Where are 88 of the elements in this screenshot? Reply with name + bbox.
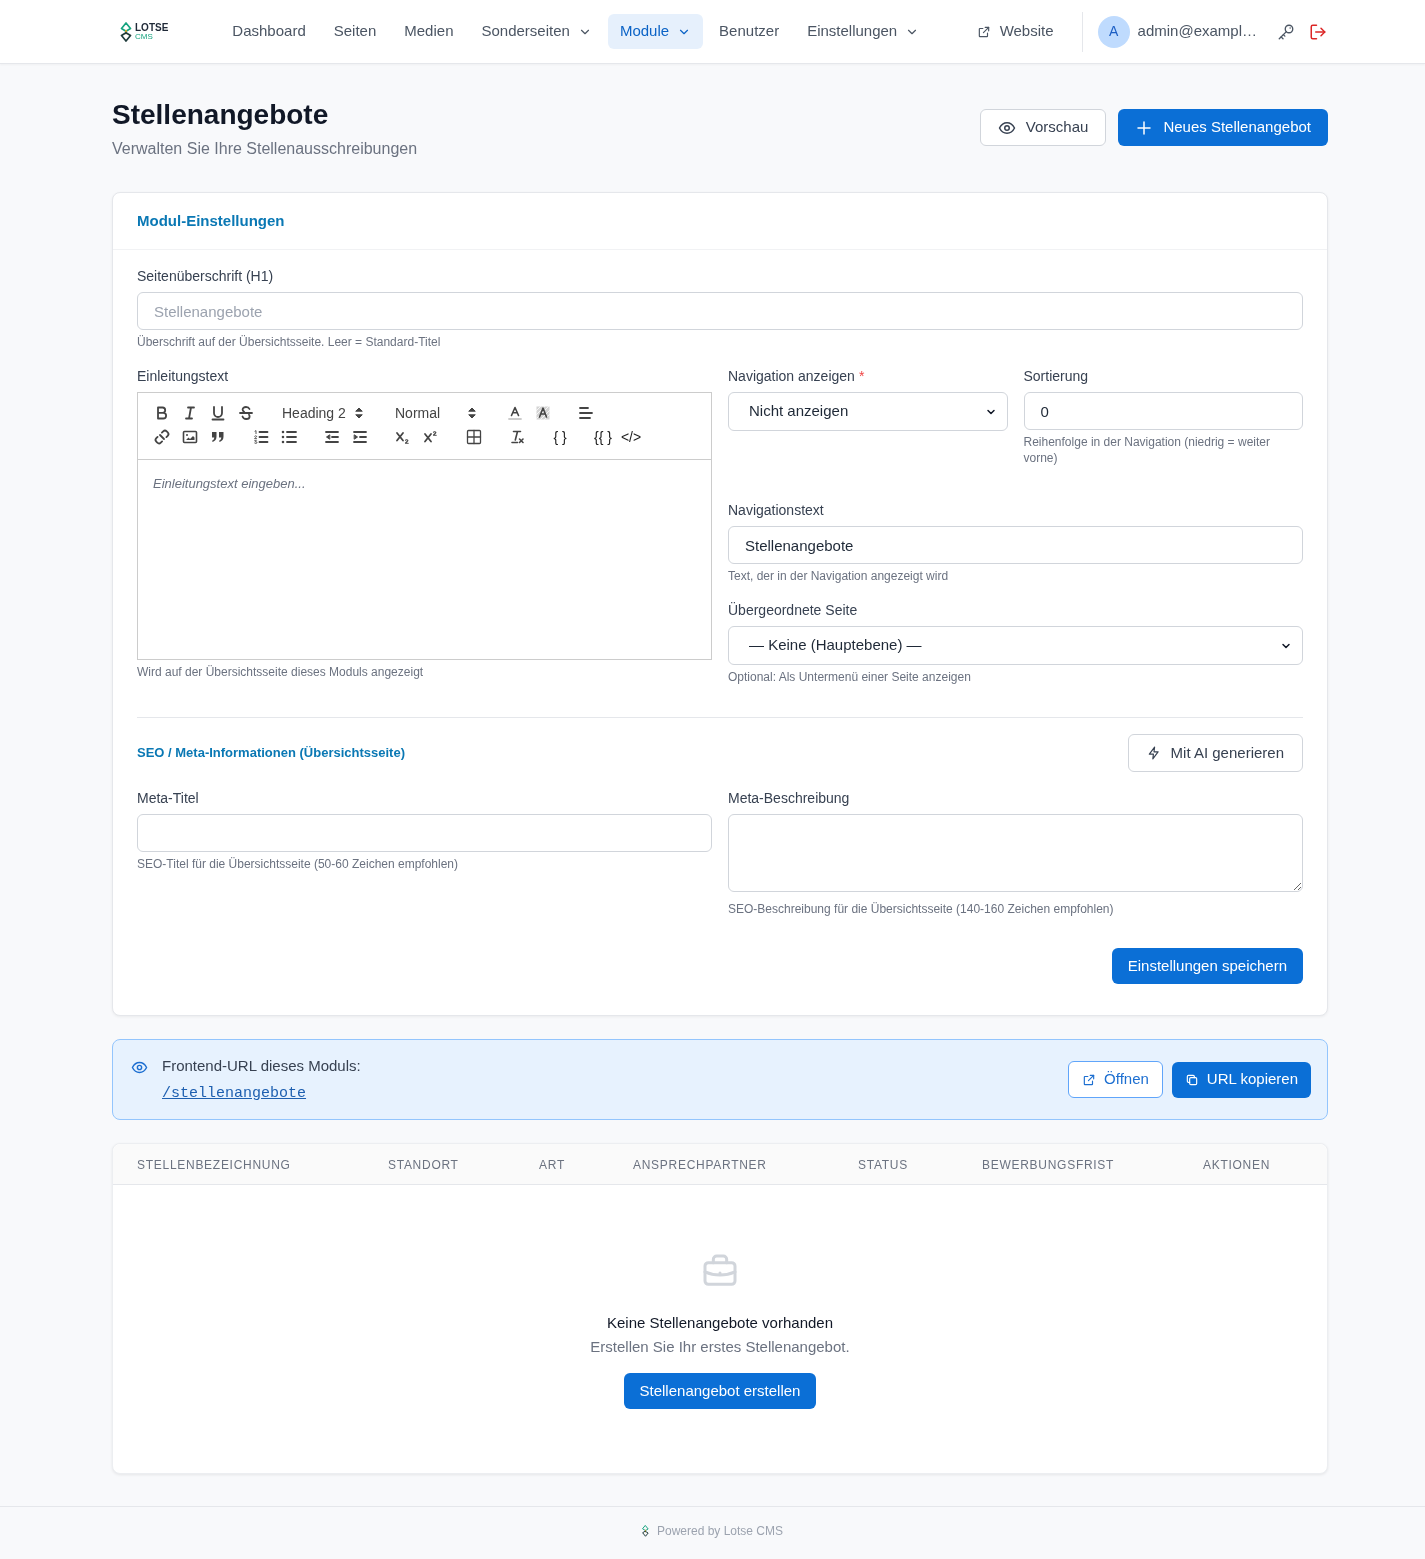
strikethrough-icon[interactable]	[237, 404, 255, 422]
highlight-icon[interactable]	[534, 404, 552, 422]
field-label: Meta-Beschreibung	[728, 789, 850, 808]
user-email[interactable]: admin@exampl…	[1137, 20, 1257, 43]
font-size-select[interactable]: Normal	[388, 401, 486, 425]
numbered-list-icon[interactable]	[252, 428, 270, 446]
field-hint: Wird auf der Übersichtsseite dieses Moduls angezeigt	[137, 664, 425, 680]
field-hint: Reihenfolge in der Navigation (niedrig = weiter vorne)	[1023, 434, 1271, 466]
column-header: AKTIONEN	[1203, 1158, 1271, 1172]
column-header: STANDORT	[388, 1158, 459, 1172]
field-label: Übergeordnete Seite	[728, 601, 858, 620]
rich-text-editor[interactable]: Heading 2 Normal { } {{ } </> Einleitungstext eingeben...	[137, 392, 712, 660]
link-icon[interactable]	[153, 428, 171, 446]
field-label: Sortierung	[1023, 367, 1089, 386]
bullet-list-icon[interactable]	[280, 428, 298, 446]
section-title: Modul-Einstellungen	[137, 210, 285, 231]
website-link[interactable]: Website	[976, 20, 1054, 43]
page-heading-input[interactable]: Stellenangebote	[137, 292, 1303, 330]
lightning-icon	[1146, 746, 1161, 760]
field-label: Seitenüberschrift (H1)	[137, 267, 274, 286]
create-job-button[interactable]: Stellenangebot erstellen	[623, 1373, 817, 1409]
updown-arrows-icon	[353, 407, 365, 419]
navigation-text-input[interactable]: Stellenangebote	[728, 526, 1303, 564]
column-header: BEWERBUNGSFRIST	[982, 1158, 1115, 1172]
column-header: STATUS	[858, 1158, 908, 1172]
logo-subtext: CMS	[135, 32, 154, 41]
field-hint: SEO-Titel für die Übersichtsseite (50-60 Zeichen empfohlen)	[137, 856, 460, 872]
page-title: Stellenangebote	[112, 98, 330, 132]
field-label: Einleitungstext	[137, 367, 229, 386]
parent-page-select[interactable]: — Keine (Hauptebene) —	[728, 626, 1303, 665]
clear-format-icon[interactable]	[508, 428, 526, 446]
outdent-icon[interactable]	[323, 428, 341, 446]
copy-url-button[interactable]: URL kopieren	[1171, 1061, 1311, 1098]
nav-link[interactable]: Sonderseiten	[469, 14, 604, 49]
ai-generate-button[interactable]: Mit AI generieren	[1127, 734, 1303, 772]
heading-select[interactable]: Heading 2	[275, 401, 373, 425]
logo-text[interactable]: LOTSE	[135, 22, 169, 33]
key-icon[interactable]	[1277, 22, 1295, 41]
image-icon[interactable]	[181, 428, 199, 446]
field-hint: Text, der in der Navigation angezeigt wird	[728, 568, 950, 584]
logo-mark-icon[interactable]	[120, 21, 132, 42]
logo-mark-icon	[641, 1525, 649, 1537]
copy-icon	[1184, 1072, 1199, 1087]
field-label: Navigationstext	[728, 501, 824, 520]
nav-link[interactable]: Benutzer	[707, 14, 792, 49]
updown-arrows-icon	[466, 407, 478, 419]
underline-icon[interactable]	[209, 404, 227, 422]
navigation-select[interactable]: Nicht anzeigen	[728, 392, 1008, 431]
braces-button[interactable]: { }	[546, 425, 574, 449]
nav-link[interactable]: Dashboard	[220, 14, 318, 49]
column-header: ANSPRECHPARTNER	[633, 1158, 767, 1172]
field-hint: Überschrift auf der Übersichtsseite. Leer = Standard-Titel	[137, 334, 442, 350]
footer-text: Powered by Lotse CMS	[656, 1523, 784, 1540]
nav-link[interactable]: Einstellungen	[795, 14, 932, 49]
text-color-icon[interactable]	[506, 404, 524, 422]
column-header: STELLENBEZEICHNUNG	[137, 1158, 291, 1172]
editor-placeholder: Einleitungstext eingeben...	[153, 476, 306, 491]
new-job-button[interactable]: Neues Stellenangebot	[1118, 109, 1328, 146]
column-header: ART	[539, 1158, 565, 1172]
required-mark: *	[858, 367, 865, 386]
sort-order-input[interactable]: 0	[1023, 392, 1303, 430]
url-label: Frontend-URL dieses Moduls:	[162, 1055, 361, 1076]
align-left-icon[interactable]	[577, 404, 595, 422]
page-subtitle: Verwalten Sie Ihre Stellenausschreibungen	[112, 139, 418, 159]
frontend-url-link[interactable]: /stellenangebote	[162, 1083, 361, 1104]
external-link-icon	[1082, 1072, 1097, 1087]
field-hint: SEO-Beschreibung für die Übersichtsseite (140-160 Zeichen empfohlen)	[728, 901, 1115, 917]
logout-icon[interactable]	[1309, 22, 1327, 41]
field-label: Meta-Titel	[137, 789, 199, 808]
indent-icon[interactable]	[351, 428, 369, 446]
save-settings-button[interactable]: Einstellungen speichern	[1111, 948, 1303, 984]
field-label: Navigation anzeigen	[728, 367, 855, 386]
plus-icon	[1135, 118, 1154, 137]
double-braces-button[interactable]: {{ }	[589, 425, 617, 449]
code-tag-button[interactable]: </>	[617, 425, 645, 449]
user-avatar[interactable]: A	[1097, 15, 1130, 48]
nav-link[interactable]: Seiten	[321, 14, 389, 49]
nav-link[interactable]: Medien	[392, 14, 466, 49]
table-icon[interactable]	[465, 428, 483, 446]
field-hint: Optional: Als Untermenü einer Seite anzeigen	[728, 669, 972, 685]
nav-link[interactable]: Module	[607, 14, 704, 49]
external-link-icon	[976, 24, 991, 39]
open-button[interactable]: Öffnen	[1068, 1061, 1163, 1098]
section-title: SEO / Meta-Informationen (Übersichtsseite)	[137, 744, 405, 763]
meta-title-input[interactable]	[137, 814, 712, 852]
empty-state-title: Keine Stellenangebote vorhanden	[607, 1313, 833, 1333]
empty-state-text: Erstellen Sie Ihr erstes Stellenangebot.	[590, 1337, 850, 1357]
preview-button[interactable]: Vorschau	[979, 109, 1107, 146]
